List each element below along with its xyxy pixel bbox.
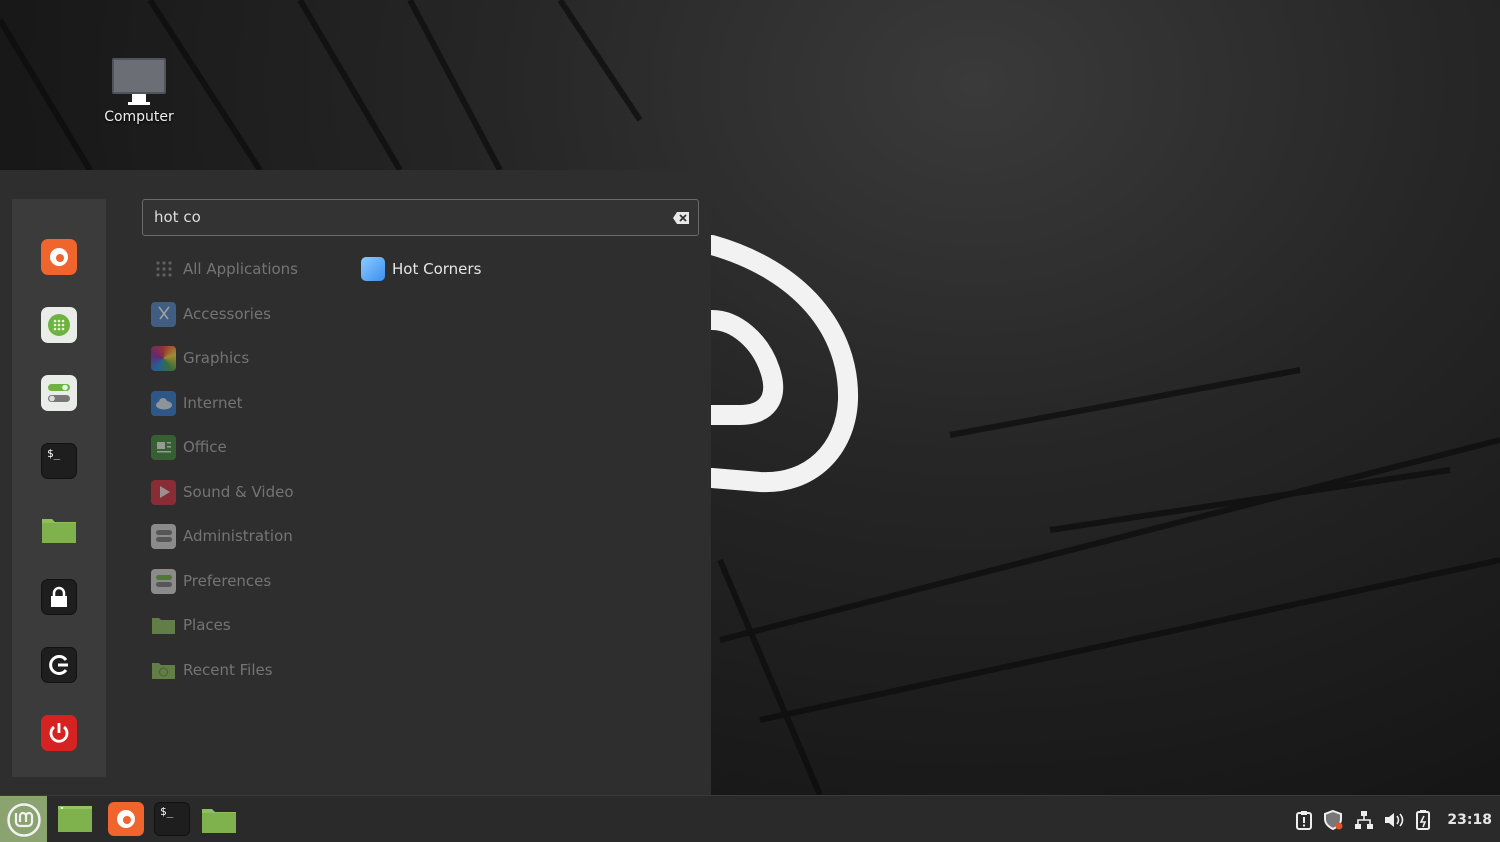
favorite-software-manager[interactable] bbox=[41, 307, 77, 343]
cloud-icon bbox=[151, 390, 176, 416]
result-label: Hot Corners bbox=[392, 260, 482, 278]
system-tray: 23:18 bbox=[1289, 796, 1500, 842]
category-sound-video[interactable]: Sound & Video bbox=[151, 478, 294, 506]
search-result-hot-corners[interactable]: Hot Corners bbox=[361, 257, 481, 281]
shield-icon bbox=[1324, 809, 1343, 830]
category-label: Administration bbox=[183, 527, 293, 545]
clipboard-alert-icon bbox=[1296, 810, 1313, 830]
category-label: Preferences bbox=[183, 572, 272, 590]
desktop-icon-computer[interactable]: Computer bbox=[98, 58, 180, 125]
tray-network[interactable] bbox=[1349, 808, 1379, 832]
category-label: Sound & Video bbox=[183, 483, 294, 501]
category-label: Places bbox=[183, 616, 231, 634]
palette-icon bbox=[151, 345, 176, 371]
category-label: Graphics bbox=[183, 349, 250, 367]
terminal-icon: $_ bbox=[160, 805, 174, 818]
play-icon bbox=[151, 479, 176, 505]
category-graphics[interactable]: Graphics bbox=[151, 344, 249, 372]
desktop-icon-label: Computer bbox=[104, 109, 174, 125]
panel-launcher-terminal[interactable]: $_ bbox=[154, 802, 190, 836]
favorite-logout[interactable] bbox=[41, 647, 77, 683]
tray-update-manager[interactable] bbox=[1319, 808, 1349, 832]
favorites-bar: $_ bbox=[12, 199, 106, 777]
panel-launcher-show-desktop[interactable] bbox=[57, 802, 93, 836]
category-administration[interactable]: Administration bbox=[151, 522, 293, 550]
menu-button[interactable] bbox=[0, 796, 47, 842]
category-places[interactable]: Places bbox=[151, 611, 231, 639]
category-label: Recent Files bbox=[183, 661, 273, 679]
clear-search-icon[interactable] bbox=[672, 211, 690, 225]
show-desktop-icon bbox=[58, 806, 92, 832]
folder-icon bbox=[202, 809, 236, 833]
category-label: Accessories bbox=[183, 305, 271, 323]
category-office[interactable]: Office bbox=[151, 433, 227, 461]
panel-launcher-files[interactable] bbox=[201, 802, 237, 836]
favorite-terminal[interactable]: $_ bbox=[41, 443, 77, 479]
category-label: All Applications bbox=[183, 260, 298, 278]
terminal-icon: $_ bbox=[47, 447, 61, 460]
clock[interactable]: 23:18 bbox=[1447, 812, 1492, 828]
firefox-icon bbox=[117, 810, 135, 828]
bottom-panel: $_ 23:18 bbox=[0, 795, 1500, 842]
search-box[interactable] bbox=[142, 199, 699, 236]
category-accessories[interactable]: Accessories bbox=[151, 300, 271, 328]
lock-icon bbox=[51, 586, 67, 607]
hot-corners-icon bbox=[361, 257, 385, 281]
power-icon bbox=[49, 723, 69, 743]
category-preferences[interactable]: Preferences bbox=[151, 567, 271, 595]
network-icon bbox=[1355, 810, 1374, 829]
computer-icon bbox=[112, 58, 166, 94]
software-manager-icon bbox=[48, 314, 70, 336]
favorite-system-settings[interactable] bbox=[41, 375, 77, 411]
battery-icon bbox=[1416, 809, 1431, 830]
settings-toggle-icon bbox=[48, 384, 70, 402]
favorite-firefox[interactable] bbox=[41, 239, 77, 275]
folder-icon bbox=[151, 613, 176, 638]
mint-menu-icon bbox=[6, 802, 41, 837]
tray-volume[interactable] bbox=[1379, 808, 1409, 832]
toggle-icon bbox=[151, 523, 176, 549]
search-input[interactable] bbox=[154, 208, 654, 226]
favorite-files[interactable] bbox=[41, 511, 77, 547]
logout-icon bbox=[49, 655, 68, 675]
grid-icon bbox=[151, 257, 176, 282]
document-icon bbox=[151, 434, 176, 460]
category-internet[interactable]: Internet bbox=[151, 389, 243, 417]
volume-icon bbox=[1385, 812, 1404, 827]
favorite-quit[interactable] bbox=[41, 715, 77, 751]
category-label: Office bbox=[183, 438, 227, 456]
firefox-icon bbox=[50, 248, 68, 266]
scissors-icon bbox=[151, 301, 176, 327]
tray-power[interactable] bbox=[1409, 808, 1439, 832]
toggle-green-icon bbox=[151, 568, 176, 594]
tray-notifications[interactable] bbox=[1289, 808, 1319, 832]
panel-launcher-firefox[interactable] bbox=[108, 802, 144, 836]
favorite-lock-screen[interactable] bbox=[41, 579, 77, 615]
category-label: Internet bbox=[183, 394, 243, 412]
folder-icon bbox=[42, 519, 76, 543]
category-all-applications[interactable]: All Applications bbox=[151, 255, 298, 283]
recent-folder-icon bbox=[151, 658, 176, 683]
category-recent-files[interactable]: Recent Files bbox=[151, 656, 273, 684]
mint-logo bbox=[702, 235, 859, 493]
application-menu: $_ All Applications Accessories Graphics… bbox=[0, 170, 711, 795]
